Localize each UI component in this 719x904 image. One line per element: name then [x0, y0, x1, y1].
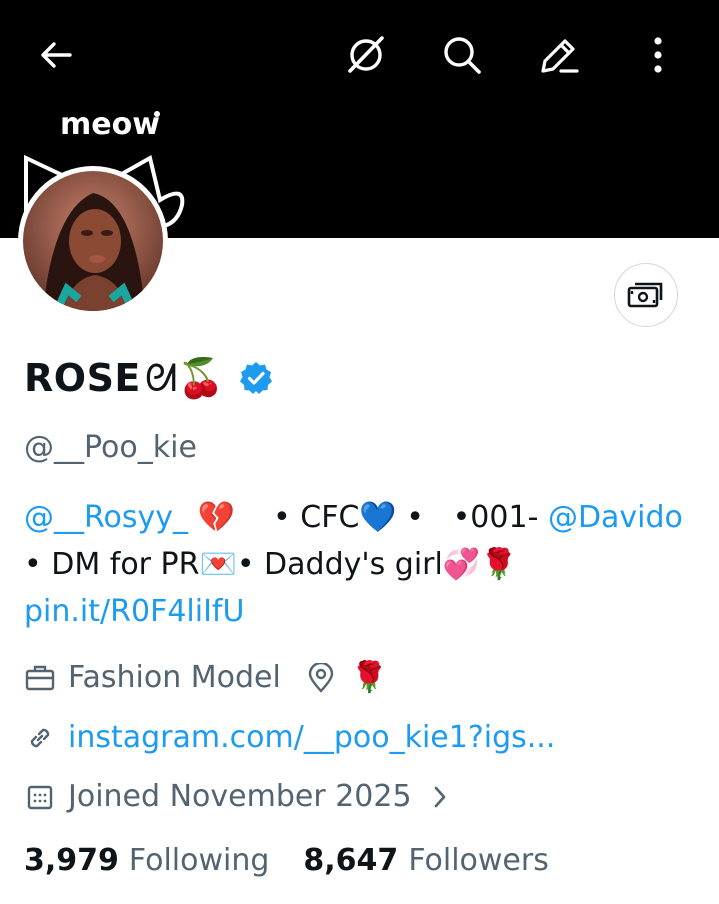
- avatar-photo: [23, 171, 163, 311]
- calendar-icon: [24, 781, 56, 813]
- back-button[interactable]: [28, 27, 84, 83]
- briefcase-icon: [24, 662, 56, 694]
- followers-label: Followers: [408, 843, 549, 878]
- search-icon: [444, 37, 481, 74]
- top-bar: [0, 0, 719, 110]
- joined-date: Joined November 2025: [68, 779, 412, 814]
- banner-doodle-text: meow: [60, 107, 160, 142]
- bio: @__Rosyy_ 💔 • CFC💙 • •001- @Davido • DM …: [24, 494, 704, 635]
- money-icon: [627, 282, 663, 308]
- profession-row: Fashion Model 🌹: [24, 660, 388, 695]
- bio-emoji: 💔: [188, 500, 235, 535]
- followers-count: 8,647: [303, 843, 399, 878]
- display-name: ROSE: [24, 356, 141, 400]
- website-link[interactable]: instagram.com/__poo_kie1?igs...: [68, 720, 555, 755]
- search-button[interactable]: [434, 27, 490, 83]
- more-vertical-icon: [654, 37, 662, 73]
- verified-badge-icon[interactable]: [239, 361, 273, 395]
- location-pin-icon: [305, 662, 337, 694]
- more-button[interactable]: [630, 27, 686, 83]
- grok-icon: [348, 36, 384, 73]
- follow-stats: 3,979 Following 8,647 Followers: [24, 843, 549, 878]
- handle: @__Poo_kie: [24, 430, 197, 465]
- bio-mention-davido[interactable]: @Davido: [548, 500, 683, 535]
- bio-mention-rosyy[interactable]: @__Rosyy_: [24, 500, 188, 535]
- link-icon: [24, 722, 56, 754]
- edit-button[interactable]: [531, 27, 587, 83]
- location: 🌹: [350, 660, 389, 695]
- chevron-right-icon: [424, 781, 456, 813]
- followers-stat[interactable]: 8,647 Followers: [303, 843, 548, 878]
- bio-text-2: • DM for PR💌• Daddy's girl💞🌹: [24, 547, 518, 582]
- profession: Fashion Model: [68, 660, 281, 695]
- display-name-row: ROSE ᘛ🍒: [24, 350, 273, 406]
- avatar[interactable]: [18, 166, 168, 316]
- tip-button[interactable]: [614, 263, 678, 327]
- following-count: 3,979: [24, 843, 119, 878]
- edit-icon: [541, 39, 579, 73]
- website-row: instagram.com/__poo_kie1?igs...: [24, 720, 555, 755]
- following-stat[interactable]: 3,979 Following: [24, 843, 269, 878]
- arrow-left-icon: [41, 42, 72, 68]
- name-emoji: ᘛ🍒: [144, 355, 225, 400]
- joined-row[interactable]: Joined November 2025: [24, 779, 468, 814]
- bio-text-1: • CFC💙 • •001-: [234, 500, 548, 535]
- bio-link[interactable]: pin.it/R0F4liIfU: [24, 594, 244, 629]
- following-label: Following: [128, 843, 270, 878]
- grok-button[interactable]: [338, 27, 394, 83]
